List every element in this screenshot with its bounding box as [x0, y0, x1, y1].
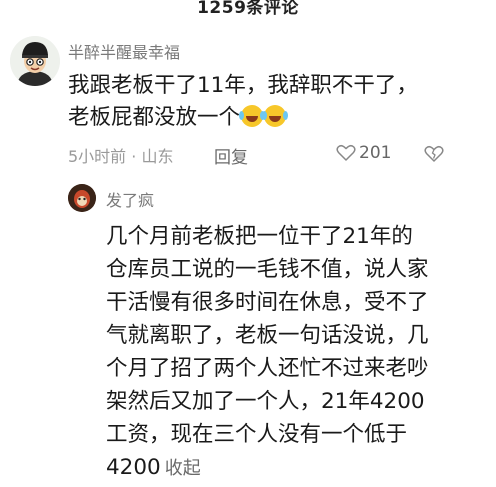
reply-text-line: 仓库员工说的一毛钱不值，说人家 [106, 257, 429, 282]
collapse-button[interactable]: 收起 [165, 458, 201, 479]
like-button[interactable]: 201 [336, 143, 391, 163]
comment-count-title: 1259条评论 [197, 0, 299, 18]
reply-text-line: 几个月前老板把一位干了21年的 [106, 224, 413, 249]
comment-text-line: 我跟老板干了11年，我辞职不干了， [68, 73, 418, 98]
like-count: 201 [359, 143, 392, 163]
comment-meta-row: 5小时前 · 山东 回复 201 [68, 143, 478, 168]
broken-heart-icon [424, 145, 444, 162]
reply-user-avatar[interactable] [68, 184, 96, 212]
comment-text: 我跟老板干了11年，我辞职不干了， 老板屁都没放一个 [68, 70, 478, 134]
comment-time-location: 5小时前 · 山东 [68, 147, 174, 166]
reply-text-line: 干活慢有很多时间在休息，受不了 [106, 290, 429, 315]
comment-username[interactable]: 半醉半醒最幸福 [68, 39, 180, 63]
reply-text-line: 工资，现在三个人没有一个低于 [106, 422, 408, 447]
user-avatar[interactable] [10, 36, 60, 86]
reply-username[interactable]: 发了疯 [106, 187, 154, 211]
avatar-illustration-icon [10, 36, 60, 86]
reply-text: 几个月前老板把一位干了21年的 仓库员工说的一毛钱不值，说人家 干活慢有很多时间… [106, 220, 486, 485]
reply-button[interactable]: 回复 [214, 143, 248, 168]
dislike-button[interactable] [424, 145, 444, 167]
laughing-tears-emoji-icon [239, 105, 264, 127]
reply-text-line: 4200 收起 [106, 455, 201, 480]
comment-text-line: 老板屁都没放一个 [68, 102, 478, 134]
heart-icon [336, 144, 356, 161]
reply-text-line: 气就离职了，老板一句话没说，几 [106, 323, 429, 348]
laughing-tears-emoji-icon [262, 105, 287, 127]
avatar-photo-icon [68, 184, 96, 212]
reply-text-line: 个月了招了两个人还忙不过来老吵 [106, 356, 429, 381]
reply-text-line: 架然后又加了一个人，21年4200 [106, 389, 425, 414]
